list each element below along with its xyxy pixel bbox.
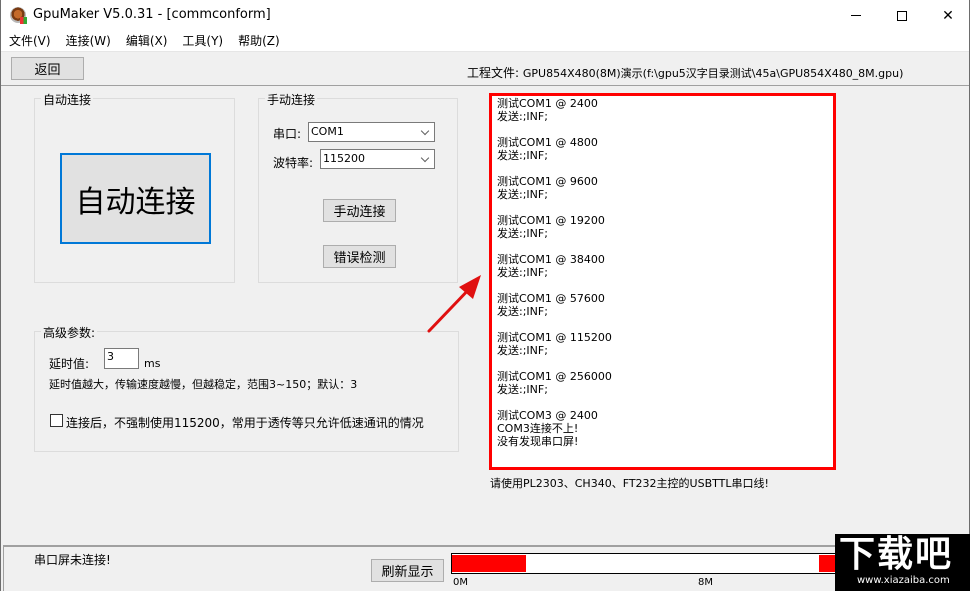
delay-unit: ms xyxy=(144,357,161,370)
minimize-icon xyxy=(851,15,861,16)
log-line: 测试COM1 @ 38400 xyxy=(497,253,605,266)
log-line: 测试COM1 @ 256000 xyxy=(497,370,612,383)
log-line: 发送:;INF; xyxy=(497,305,548,318)
log-line: 测试COM1 @ 115200 xyxy=(497,331,612,344)
delay-label: 延时值: xyxy=(49,357,90,371)
log-line: 发送:;INF; xyxy=(497,149,548,162)
log-line: 测试COM1 @ 2400 xyxy=(497,97,598,110)
log-line: 发送:;INF; xyxy=(497,227,548,240)
force-baud-checkbox[interactable] xyxy=(50,414,63,427)
status-bar: 串口屏未连接! 刷新显示 0M 8M xyxy=(3,545,969,591)
log-line: 测试COM1 @ 19200 xyxy=(497,214,605,227)
auto-connect-button[interactable]: 自动连接 xyxy=(60,153,211,244)
manual-connect-group-title: 手动连接 xyxy=(265,91,318,108)
refresh-display-button[interactable]: 刷新显示 xyxy=(371,559,444,582)
auto-connect-group: 自动连接 自动连接 xyxy=(34,91,235,283)
memory-used-segment xyxy=(452,555,526,572)
menu-edit[interactable]: 编辑(X) xyxy=(118,31,175,51)
annotation-arrow xyxy=(427,275,481,333)
log-line: 测试COM1 @ 57600 xyxy=(497,292,605,305)
maximize-icon xyxy=(897,10,907,21)
title-bar: GpuMaker V5.0.31 - [commconform] ✕ xyxy=(1,0,969,31)
app-window: GpuMaker V5.0.31 - [commconform] ✕ 文件(V)… xyxy=(0,0,970,591)
memory-usage-bar xyxy=(451,553,841,574)
menu-file[interactable]: 文件(V) xyxy=(1,31,58,51)
memory-tick-8m: 8M xyxy=(698,577,713,588)
auto-connect-group-title: 自动连接 xyxy=(41,91,94,108)
force-baud-label[interactable]: 连接后，不强制使用115200，常用于透传等只允许低速通讯的情况 xyxy=(66,414,424,431)
watermark-text: 下载吧 xyxy=(839,534,954,575)
minimize-button[interactable] xyxy=(833,0,879,31)
chevron-down-icon xyxy=(420,126,430,136)
menu-connect[interactable]: 连接(W) xyxy=(58,31,118,51)
chevron-down-icon xyxy=(420,153,430,163)
menu-help[interactable]: 帮助(Z) xyxy=(230,31,287,51)
window-title: GpuMaker V5.0.31 - [commconform] xyxy=(33,7,271,22)
log-line: 发送:;INF; xyxy=(497,110,548,123)
project-file-label: 工程文件: xyxy=(467,66,520,80)
port-select[interactable]: COM1 xyxy=(308,122,435,142)
advanced-params-group-title: 高级参数: xyxy=(41,324,98,341)
log-line: 发送:;INF; xyxy=(497,266,548,279)
close-icon: ✕ xyxy=(942,7,954,24)
log-line: 测试COM3 @ 2400 xyxy=(497,409,598,422)
advanced-params-group: 高级参数: 延时值: 3 ms 延时值越大，传输速度越慢，但越稳定，范围3~15… xyxy=(34,324,459,452)
delay-input[interactable]: 3 xyxy=(104,348,139,369)
port-label: 串口: xyxy=(273,127,302,141)
watermark-url: www.xiazaiba.com xyxy=(857,575,950,586)
log-line: 测试COM1 @ 9600 xyxy=(497,175,598,188)
delay-hint: 延时值越大，传输速度越慢，但越稳定，范围3~150；默认：3 xyxy=(49,378,358,391)
log-line: 测试COM1 @ 4800 xyxy=(497,136,598,149)
connection-log[interactable]: 测试COM1 @ 2400 发送:;INF; 测试COM1 @ 4800 发送:;IN… xyxy=(489,93,836,470)
project-file-path: GPU854X480(8M)演示(f:\gpu5汉字目录测试\45a\GPU85… xyxy=(522,67,904,80)
manual-connect-button[interactable]: 手动连接 xyxy=(323,199,396,222)
back-button[interactable]: 返回 xyxy=(11,57,84,80)
close-button[interactable]: ✕ xyxy=(925,0,970,31)
manual-connect-group: 手动连接 串口: COM1 波特率: 115200 手动连接 错误检测 xyxy=(258,91,458,283)
log-line: 发送:;INF; xyxy=(497,344,548,357)
menu-bar: 文件(V) 连接(W) 编辑(X) 工具(Y) 帮助(Z) xyxy=(1,31,969,51)
connection-status: 串口屏未连接! xyxy=(34,553,111,567)
log-line: 发送:;INF; xyxy=(497,383,548,396)
baud-select-value: 115200 xyxy=(323,152,365,165)
error-check-button[interactable]: 错误检测 xyxy=(323,245,396,268)
log-line: COM3连接不上! xyxy=(497,422,579,435)
usb-cable-hint: 请使用PL2303、CH340、FT232主控的USBTTL串口线! xyxy=(490,477,769,490)
port-select-value: COM1 xyxy=(311,125,344,138)
memory-tick-0m: 0M xyxy=(453,577,468,588)
toolbar: 返回 工程文件: GPU854X480(8M)演示(f:\gpu5汉字目录测试\… xyxy=(1,51,969,86)
log-line: 发送:;INF; xyxy=(497,188,548,201)
project-file-info: 工程文件: GPU854X480(8M)演示(f:\gpu5汉字目录测试\45a… xyxy=(467,64,903,81)
app-icon xyxy=(10,7,27,24)
baud-label: 波特率: xyxy=(273,156,314,170)
baud-select[interactable]: 115200 xyxy=(320,149,435,169)
watermark-logo: 下载吧 www.xiazaiba.com xyxy=(835,534,970,591)
menu-tools[interactable]: 工具(Y) xyxy=(174,31,230,51)
maximize-button[interactable] xyxy=(879,0,925,31)
log-line: 没有发现串口屏! xyxy=(497,435,579,448)
